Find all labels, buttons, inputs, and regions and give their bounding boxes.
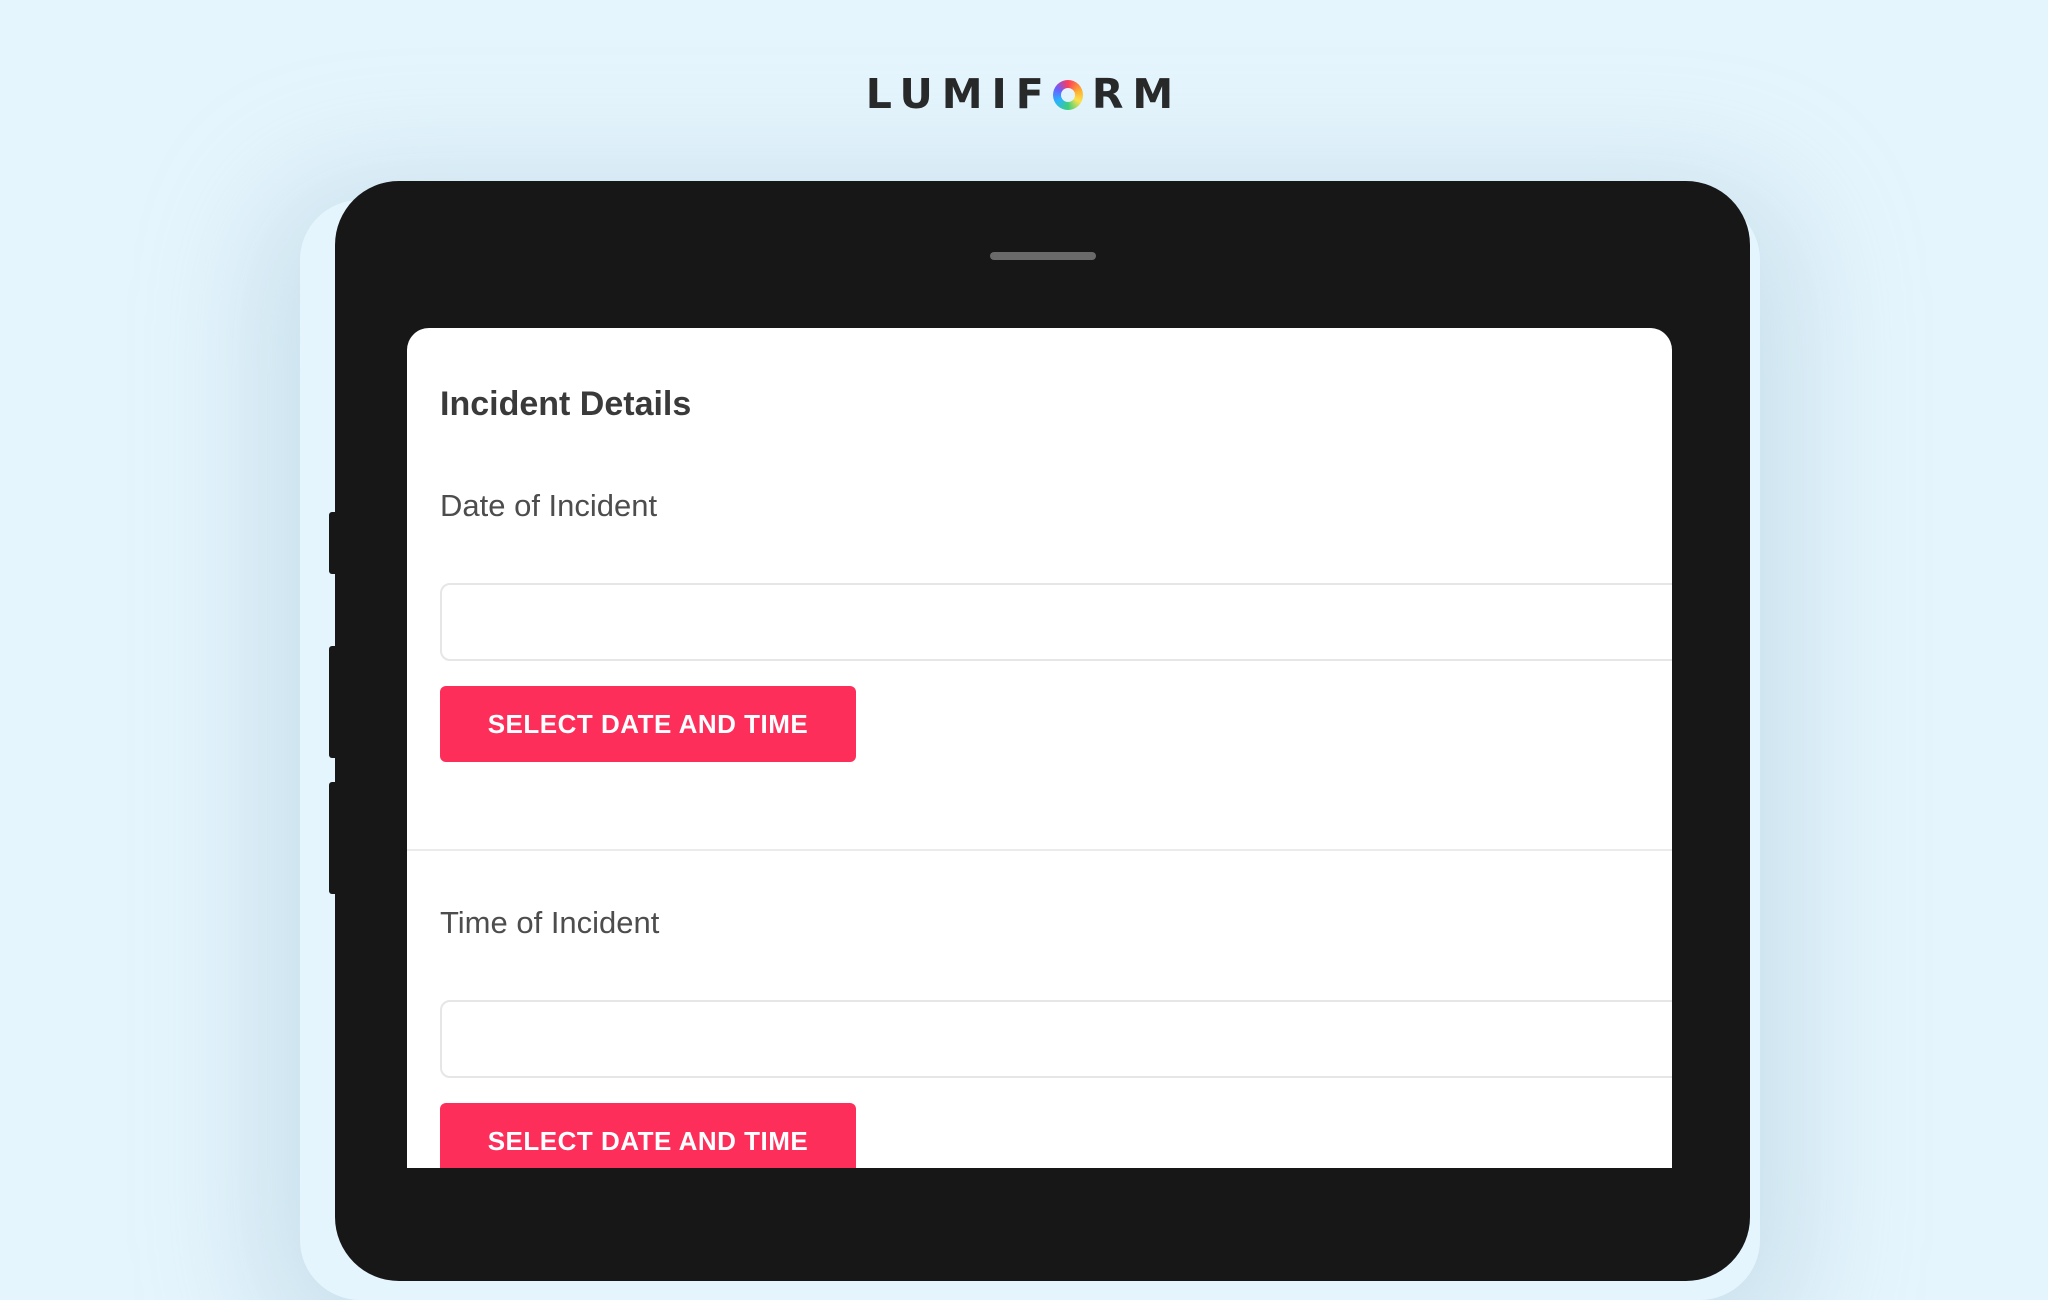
logo-text-prefix: LUMIF [865,70,1053,118]
date-of-incident-input[interactable] [440,583,1672,661]
time-of-incident-input[interactable] [440,1000,1672,1078]
logo-text-suffix: RM [1091,70,1183,118]
section-title: Incident Details [440,385,692,423]
lumiform-logo: LUMIF RM [0,72,2048,116]
date-of-incident-label: Date of Incident [440,488,658,523]
field-divider [407,849,1672,851]
time-of-incident-label: Time of Incident [440,905,660,940]
device-speaker-slot [990,252,1096,260]
select-date-time-button-date[interactable]: SELECT DATE AND TIME [440,686,856,762]
logo-ring-icon [1052,80,1083,110]
select-date-time-button-time[interactable]: SELECT DATE AND TIME [440,1103,856,1168]
tablet-screen: Incident Details Date of Incident SELECT… [407,328,1672,1168]
